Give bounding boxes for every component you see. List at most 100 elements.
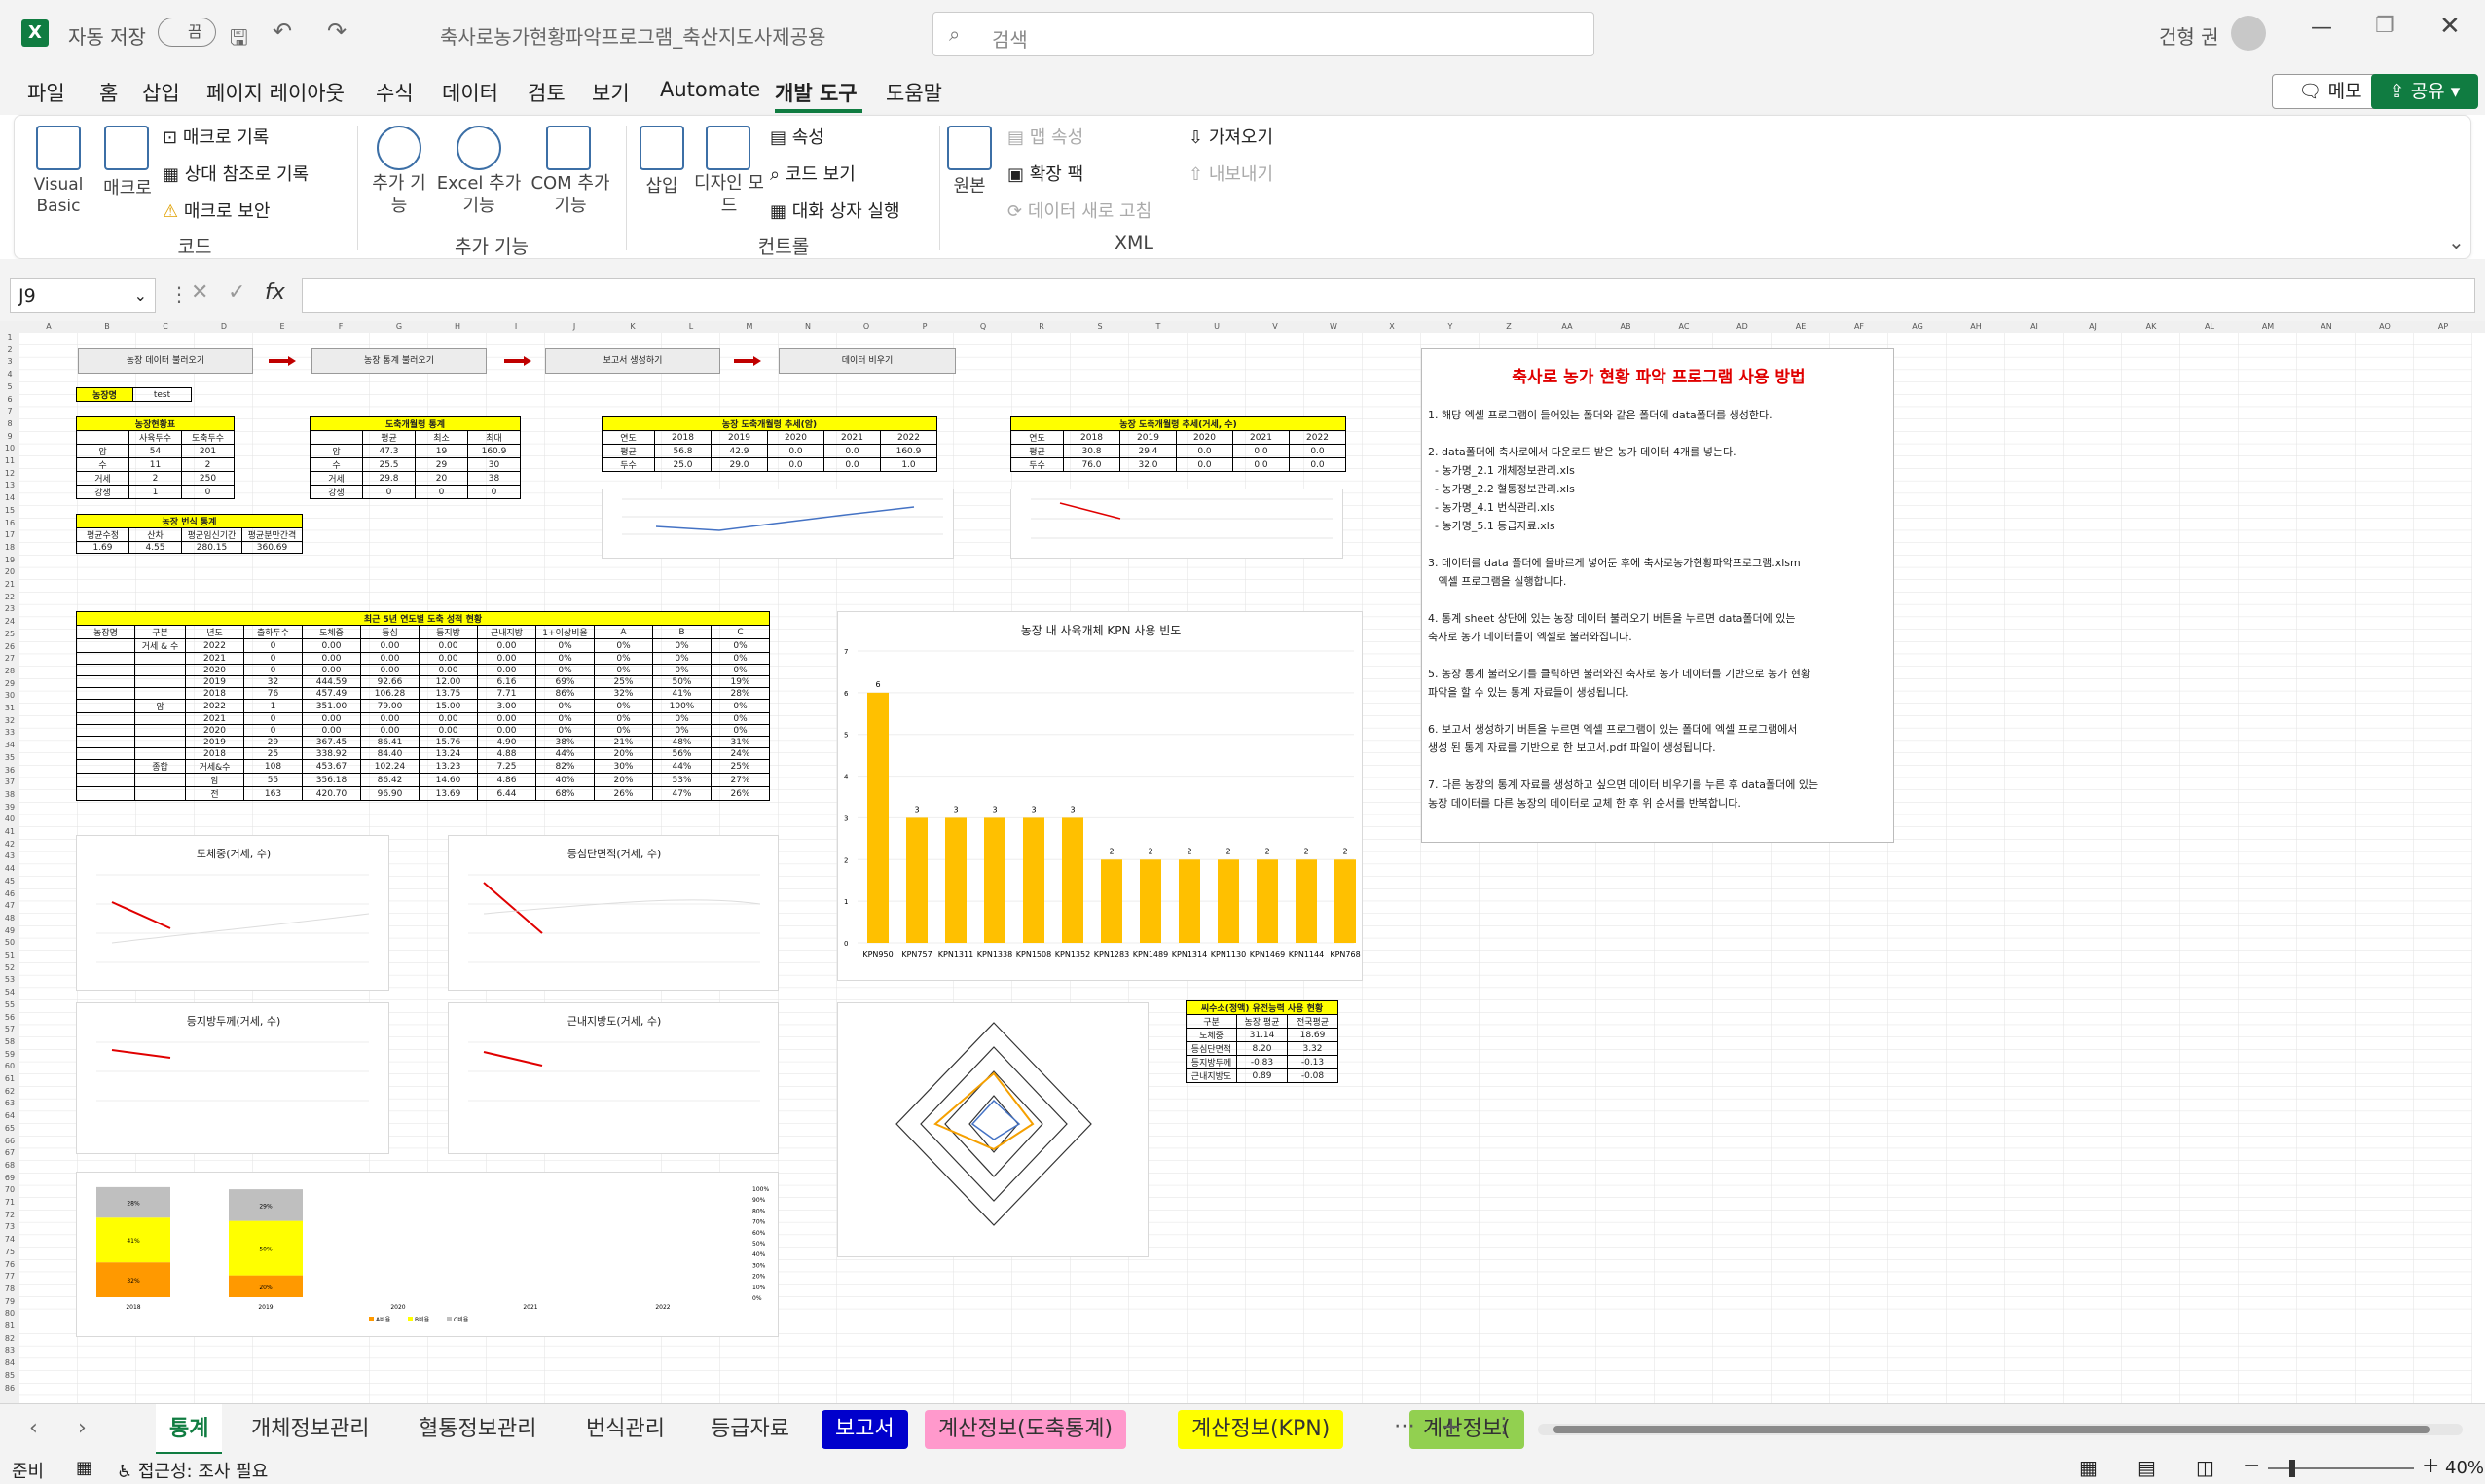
table-cell[interactable]: 453.67 [302, 759, 361, 774]
table-cell[interactable]: 338.92 [302, 747, 361, 760]
column-header[interactable]: C [136, 322, 195, 331]
row-header[interactable]: 15 [0, 506, 19, 515]
table-cell[interactable] [134, 675, 186, 688]
row-header[interactable]: 52 [0, 963, 19, 972]
row-header[interactable]: 75 [0, 1248, 19, 1256]
row-header[interactable]: 47 [0, 901, 19, 910]
macros-button[interactable]: 매크로 [96, 174, 159, 199]
row-header[interactable]: 16 [0, 519, 19, 527]
table-cell[interactable]: 29 [243, 736, 303, 748]
table-cell[interactable]: 18.69 [1287, 1028, 1338, 1042]
row-header[interactable]: 23 [0, 604, 19, 613]
table-cell[interactable]: 7.71 [477, 687, 536, 700]
table-cell[interactable]: 2 [181, 457, 235, 472]
table-cell[interactable]: 53% [652, 773, 712, 787]
table-cell[interactable]: 0 [243, 638, 303, 653]
macro-security-button[interactable]: ⚠ 매크로 보안 [163, 198, 270, 223]
table-cell[interactable]: 등심단면적 [1186, 1041, 1237, 1056]
column-header[interactable]: AL [2180, 322, 2239, 331]
avatar[interactable] [2231, 16, 2266, 51]
table-cell[interactable] [76, 699, 135, 713]
table-cell[interactable]: 0% [594, 652, 653, 665]
table-cell[interactable]: 0% [535, 712, 595, 725]
table-cell[interactable]: 0% [652, 652, 712, 665]
column-header[interactable]: AH [1947, 322, 2005, 331]
table-cell[interactable]: 근내지방도 [1186, 1068, 1237, 1083]
column-header[interactable]: AN [2297, 322, 2356, 331]
table-cell[interactable]: 2021 [185, 712, 244, 725]
table-cell[interactable]: -0.08 [1287, 1068, 1338, 1083]
table-cell[interactable]: 0% [594, 724, 653, 737]
restore-icon[interactable]: ❐ [2375, 14, 2394, 38]
table-cell[interactable]: 30.8 [1063, 444, 1120, 458]
table-cell[interactable]: 201 [181, 444, 235, 458]
row-header[interactable]: 76 [0, 1260, 19, 1269]
table-cell[interactable]: 0.00 [302, 664, 361, 676]
table-cell[interactable]: 1 [128, 485, 182, 499]
more-sheets-icon[interactable]: ⋯ [1394, 1414, 1415, 1438]
column-header[interactable]: AG [1888, 322, 1947, 331]
table-cell[interactable]: 3.00 [477, 699, 536, 713]
table-cell[interactable]: 0 [467, 485, 521, 499]
table-cell[interactable]: 0.00 [360, 664, 420, 676]
table-cell[interactable]: 6.44 [477, 786, 536, 801]
table-cell[interactable]: 암 [134, 699, 186, 713]
carcass-weight-chart[interactable]: 도체중(거세, 수) [76, 835, 389, 991]
row-header[interactable]: 11 [0, 456, 19, 465]
table-cell[interactable]: 0.00 [419, 712, 478, 725]
table-cell[interactable]: 2018 [185, 687, 244, 700]
page-break-icon[interactable]: ◫ [2196, 1456, 2214, 1479]
table-cell[interactable]: 86.41 [360, 736, 420, 748]
column-header[interactable]: T [1129, 322, 1188, 331]
table-cell[interactable]: 0% [535, 699, 595, 713]
column-header[interactable]: AC [1655, 322, 1713, 331]
table-cell[interactable]: -0.83 [1236, 1055, 1288, 1069]
table-cell[interactable]: 25.5 [362, 457, 416, 472]
table-cell[interactable]: 0.00 [477, 724, 536, 737]
table-cell[interactable]: 4.90 [477, 736, 536, 748]
table-cell[interactable]: 26% [711, 786, 770, 801]
row-header[interactable]: 67 [0, 1148, 19, 1157]
worksheet-grid[interactable]: A B C D E F G H I J K L M N O P Q R S T U V W X Y Z AA AB AC AD AE AF AG… [0, 321, 2485, 1403]
row-header[interactable]: 65 [0, 1124, 19, 1133]
column-header[interactable]: A [19, 322, 78, 331]
table-cell[interactable]: 암 [310, 444, 363, 458]
row-header[interactable]: 5 [0, 382, 19, 391]
row-header[interactable]: 83 [0, 1346, 19, 1355]
genetics-radar-chart[interactable] [837, 1002, 1149, 1257]
tab-review[interactable]: 검토 [528, 78, 566, 107]
tab-developer[interactable]: 개발 도구 [775, 78, 858, 107]
table-cell[interactable]: 84.40 [360, 747, 420, 760]
table-cell[interactable]: 0% [594, 712, 653, 725]
table-cell[interactable]: 거세&수 [185, 759, 244, 774]
close-icon[interactable]: ✕ [2439, 12, 2461, 41]
table-cell[interactable]: 29.4 [1119, 444, 1177, 458]
row-header[interactable]: 57 [0, 1025, 19, 1033]
table-cell[interactable]: 강생 [76, 485, 129, 499]
column-header[interactable]: G [370, 322, 428, 331]
table-cell[interactable]: 0% [594, 664, 653, 676]
table-cell[interactable]: 25% [711, 759, 770, 774]
row-header[interactable]: 51 [0, 951, 19, 959]
row-header[interactable]: 44 [0, 864, 19, 873]
row-header[interactable]: 60 [0, 1062, 19, 1070]
row-header[interactable]: 45 [0, 877, 19, 886]
column-header[interactable]: P [895, 322, 954, 331]
column-header[interactable]: AE [1772, 322, 1830, 331]
column-header[interactable]: AJ [2064, 322, 2122, 331]
zoom-out-icon[interactable]: − [2243, 1454, 2260, 1478]
table-cell[interactable]: 19 [415, 444, 468, 458]
next-sheet-icon[interactable]: › [78, 1416, 87, 1440]
row-header[interactable]: 24 [0, 617, 19, 626]
visual-basic-icon[interactable] [36, 126, 81, 170]
column-header[interactable]: S [1071, 322, 1129, 331]
run-dialog-button[interactable]: ▦ 대화 상자 실행 [770, 198, 900, 223]
table-cell[interactable] [134, 712, 186, 725]
create-report-button[interactable]: 보고서 생성하기 [545, 348, 720, 374]
row-header[interactable]: 34 [0, 741, 19, 749]
table-cell[interactable]: 106.28 [360, 687, 420, 700]
table-cell[interactable]: 0.00 [419, 724, 478, 737]
table-cell[interactable]: 31% [711, 736, 770, 748]
table-cell[interactable]: 76 [243, 687, 303, 700]
properties-button[interactable]: ▤ 속성 [770, 124, 824, 149]
